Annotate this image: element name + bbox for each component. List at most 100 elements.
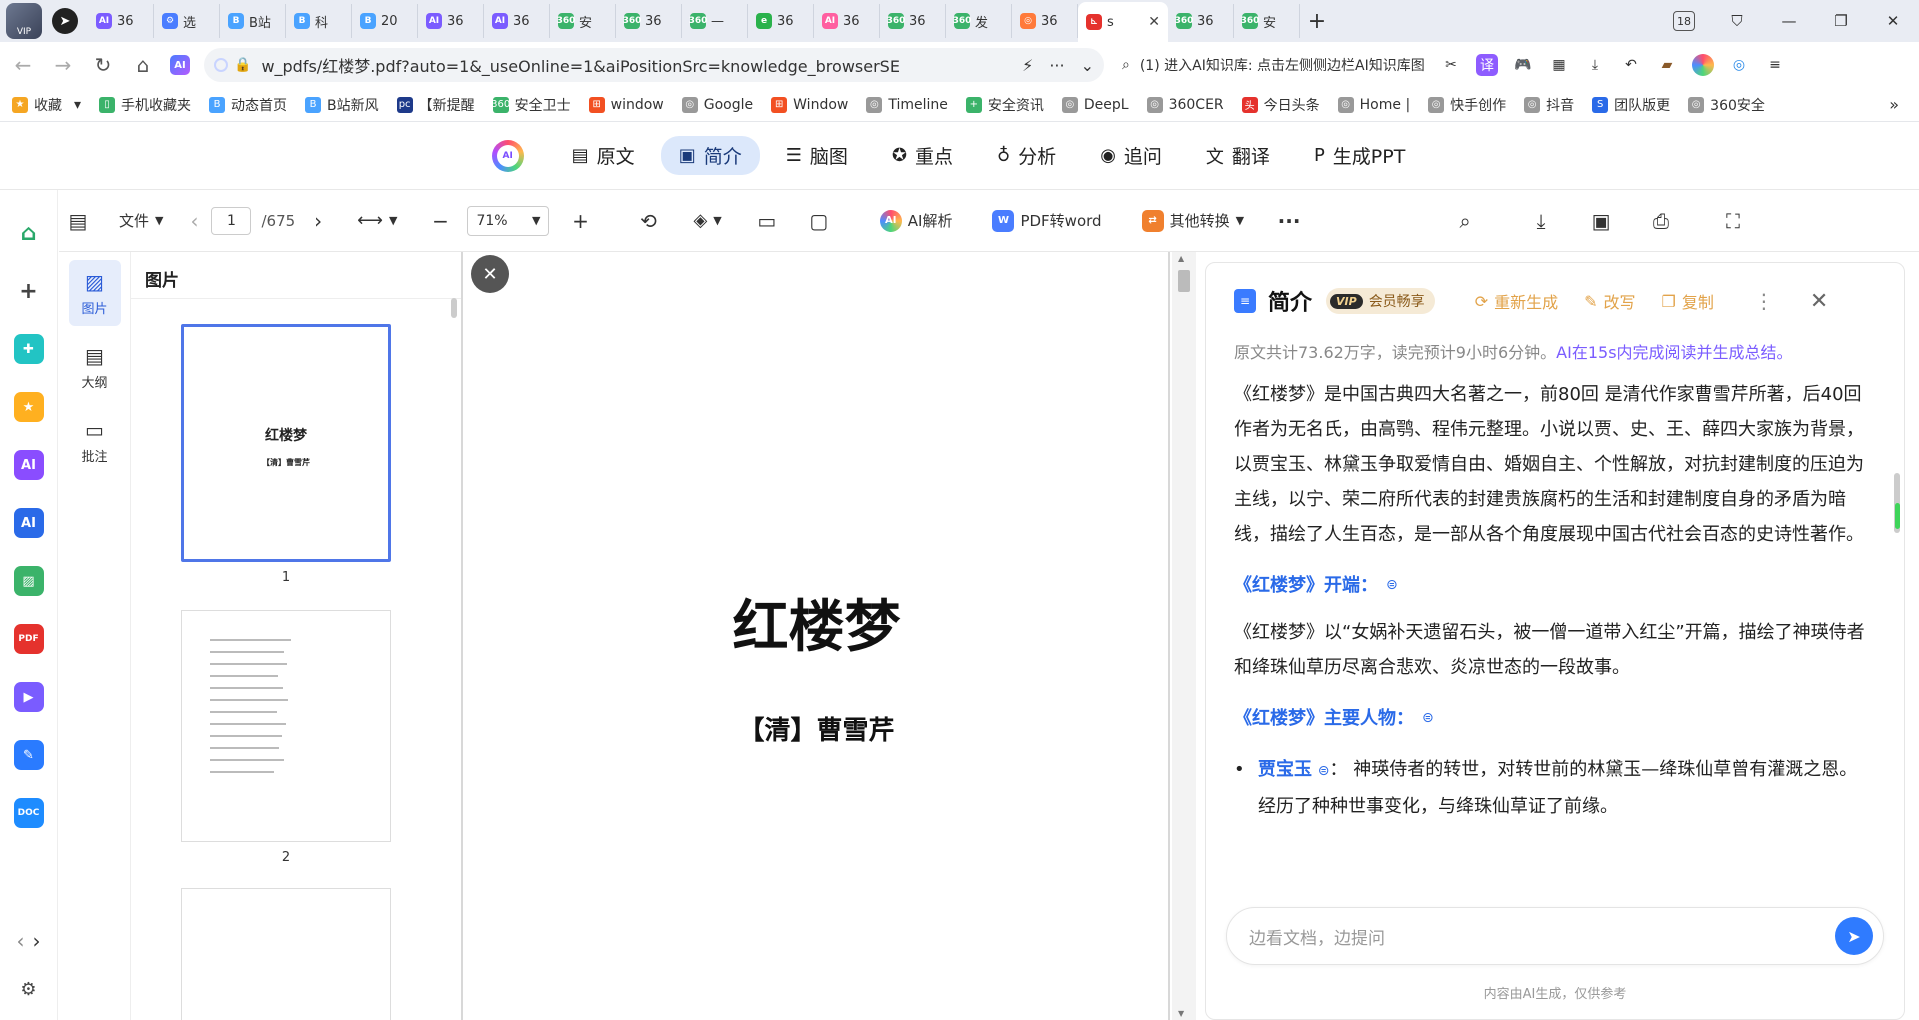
- navigate-icon[interactable]: ➤: [52, 8, 78, 34]
- scroll-up-icon[interactable]: ▲: [1178, 254, 1184, 263]
- sidebar-tab[interactable]: ▭ 批注: [69, 408, 121, 474]
- bookmark-item[interactable]: ▯ 手机收藏夹: [99, 95, 191, 115]
- vip-badge[interactable]: VIP 会员畅享: [1326, 288, 1435, 314]
- back-button[interactable]: ←: [6, 48, 40, 82]
- pdf-viewer[interactable]: ✕ 红楼梦 【清】曹雪芹: [465, 252, 1170, 1020]
- game-icon[interactable]: 🎮: [1512, 54, 1534, 76]
- chevron-left-icon[interactable]: ‹: [17, 929, 25, 953]
- bookmark-item[interactable]: ◎ 360CER: [1146, 96, 1224, 113]
- caret-down-icon[interactable]: ▾: [74, 97, 81, 113]
- browser-tab[interactable]: AI 36: [418, 4, 484, 38]
- star-app-icon[interactable]: ★: [13, 392, 44, 422]
- browser-tab[interactable]: B 20: [352, 4, 418, 38]
- bookmark-item[interactable]: 360 安全卫士: [492, 95, 571, 115]
- browser-tab[interactable]: ◎ 36: [1012, 4, 1078, 38]
- comment-icon[interactable]: ⊜: [1422, 701, 1434, 736]
- tab-count-badge[interactable]: 18: [1673, 11, 1695, 31]
- zoom-select[interactable]: 71% ▼: [467, 205, 550, 236]
- ai-ring-icon[interactable]: [1692, 54, 1714, 76]
- new-tab-button[interactable]: +: [1300, 4, 1334, 38]
- feature-tab[interactable]: P 生成PPT: [1296, 136, 1423, 175]
- feature-tab[interactable]: ▣ 简介: [660, 136, 760, 175]
- pdf-app-icon[interactable]: PDF: [13, 624, 44, 654]
- bookmark-item[interactable]: ◎ Google: [681, 96, 753, 113]
- rotate-icon[interactable]: ⟲: [631, 204, 665, 238]
- sidebar-tab[interactable]: ▤ 大纲: [69, 334, 121, 400]
- bookmark-item[interactable]: ◎ DeepL: [1061, 96, 1129, 113]
- bookmark-item[interactable]: S 团队版更: [1592, 95, 1670, 115]
- edit-app-icon[interactable]: ✎: [13, 740, 44, 770]
- browser-tab[interactable]: AI 36: [814, 4, 880, 38]
- panel-scrollbar[interactable]: [1894, 353, 1902, 913]
- browser-tab[interactable]: B B站: [220, 4, 286, 38]
- bookmark-item[interactable]: B 动态首页: [209, 95, 287, 115]
- add-icon[interactable]: +: [14, 276, 44, 306]
- bookmark-item[interactable]: + 安全资讯: [965, 95, 1044, 115]
- browser-tab[interactable]: 360 36: [1168, 4, 1234, 38]
- download-icon[interactable]: ⤓: [1584, 54, 1606, 76]
- more-icon[interactable]: ···: [1049, 56, 1064, 75]
- copy-button[interactable]: ❐ 复制: [1662, 289, 1714, 313]
- chevron-down-icon[interactable]: ⌄: [1081, 56, 1094, 75]
- browser-tab[interactable]: 360 安: [550, 4, 616, 38]
- download-icon[interactable]: ⤓: [1524, 204, 1558, 238]
- feature-tab[interactable]: 文翻译: [1188, 136, 1288, 175]
- scrollbar-thumb[interactable]: [1178, 270, 1190, 292]
- ai-icon[interactable]: AI: [170, 55, 190, 75]
- ai-knowledge-icon[interactable]: AI: [13, 508, 44, 538]
- feature-tab[interactable]: ▤ 原文: [554, 136, 653, 175]
- save-icon[interactable]: ▣: [1584, 204, 1618, 238]
- bookmark-item[interactable]: ◎ 360安全: [1688, 95, 1765, 115]
- home-button[interactable]: ⌂: [126, 48, 160, 82]
- fill-color-button[interactable]: ◈ ▼: [693, 204, 721, 238]
- thumbnail-scrollbar[interactable]: [451, 298, 457, 318]
- comment-icon[interactable]: ⊜: [1386, 568, 1398, 603]
- page-thumbnail-1[interactable]: 红楼梦 【清】曹雪芹: [181, 324, 391, 562]
- rewrite-button[interactable]: ✎ 改写: [1584, 289, 1635, 313]
- feature-tab[interactable]: ✪ 重点: [874, 136, 971, 175]
- close-viewer-button[interactable]: ✕: [471, 255, 509, 293]
- feature-tab[interactable]: ☰ 脑图: [768, 136, 866, 175]
- sidebar-tab[interactable]: ▨ 图片: [68, 260, 121, 326]
- url-text[interactable]: w_pdfs/红楼梦.pdf?auto=1&_useOnline=1&aiPos…: [261, 53, 941, 77]
- sidebar-toggle-icon[interactable]: ▤: [61, 204, 95, 238]
- browser-tab[interactable]: 360 36: [616, 4, 682, 38]
- chevron-right-icon[interactable]: ›: [33, 929, 41, 953]
- close-icon[interactable]: ✕: [1148, 14, 1160, 30]
- translate-icon[interactable]: 译: [1476, 54, 1498, 76]
- browser-tab[interactable]: AI 36: [88, 4, 154, 38]
- image-app-icon[interactable]: ▨: [13, 566, 44, 596]
- fullscreen-icon[interactable]: ⛶: [1716, 204, 1750, 238]
- minimize-button[interactable]: —: [1763, 0, 1815, 42]
- tab-active[interactable]: ⊾ s ✕: [1078, 2, 1168, 42]
- browser-tab[interactable]: 360 36: [880, 4, 946, 38]
- file-menu[interactable]: 文件 ▼: [119, 204, 163, 238]
- ai-app-icon[interactable]: AI: [13, 450, 44, 480]
- feature-tab[interactable]: ♁ 分析: [979, 136, 1074, 175]
- reload-button[interactable]: ↻: [86, 48, 120, 82]
- menu-icon[interactable]: ≡: [1764, 54, 1786, 76]
- app-icon-1[interactable]: ✚: [13, 334, 44, 364]
- bookmark-item[interactable]: ⊞ Window: [771, 96, 848, 113]
- bookmark-item[interactable]: ⊞ window: [588, 96, 664, 113]
- browser-tab[interactable]: 360 安: [1234, 4, 1300, 38]
- regenerate-button[interactable]: ⟳ 重新生成: [1475, 289, 1558, 313]
- page-thumbnail-3[interactable]: [181, 888, 391, 1020]
- fit-width-button[interactable]: ⟷ ▼: [357, 204, 397, 238]
- apps-icon[interactable]: ▦: [1548, 54, 1570, 76]
- briefcase-icon[interactable]: ▰: [1656, 54, 1678, 76]
- pdf-to-word-button[interactable]: W PDF转word: [992, 204, 1102, 238]
- viewer-scrollbar[interactable]: ▲ ▼: [1172, 252, 1196, 1020]
- ask-input[interactable]: 边看文档，边提问 ➤: [1226, 907, 1884, 965]
- send-button[interactable]: ➤: [1835, 917, 1873, 955]
- bookmark-item[interactable]: ◎ Home |: [1337, 96, 1410, 113]
- gear-icon[interactable]: ⚙: [20, 979, 36, 1000]
- search-doc-icon[interactable]: ⌕: [1448, 204, 1482, 238]
- browser-tab[interactable]: 360—: [682, 4, 748, 38]
- other-convert-button[interactable]: ⇄ 其他转换 ▼: [1141, 204, 1244, 238]
- forward-button[interactable]: →: [46, 48, 80, 82]
- page-number-input[interactable]: 1: [211, 206, 252, 235]
- home-icon[interactable]: ⌂: [14, 218, 44, 248]
- more-icon[interactable]: ···: [1272, 204, 1306, 238]
- chevron-right-icon[interactable]: »: [1889, 95, 1899, 114]
